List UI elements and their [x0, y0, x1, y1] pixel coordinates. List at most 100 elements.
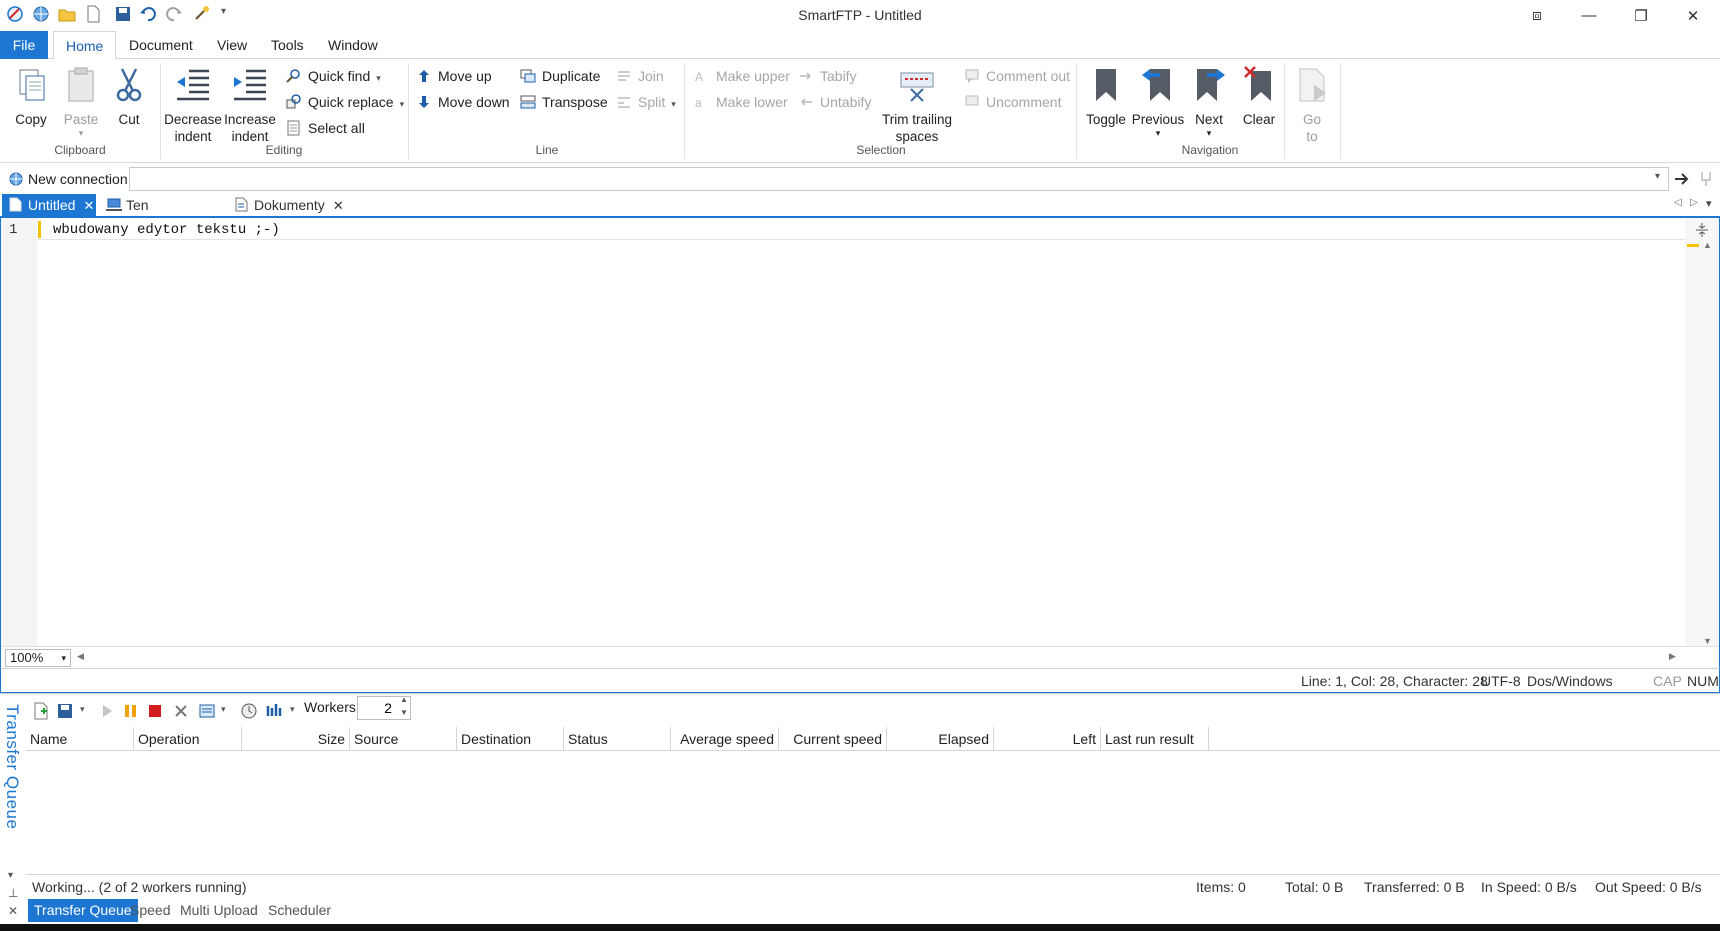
transpose-button[interactable]: Transpose [518, 91, 608, 113]
untabify-button[interactable]: Untabify [796, 91, 871, 113]
line-ending-status[interactable]: Dos/Windows [1527, 673, 1613, 689]
start-icon[interactable] [98, 702, 116, 720]
tab-tools[interactable]: Tools [259, 31, 316, 60]
column-source[interactable]: Source [350, 727, 457, 751]
stepper-up-icon[interactable]: ▲ [400, 695, 408, 704]
move-up-button[interactable]: Move up [414, 65, 492, 87]
speed-limit-icon[interactable] [266, 702, 284, 720]
goto-button[interactable]: Go to [1290, 61, 1334, 145]
split-button[interactable]: Split ▾ [614, 91, 676, 113]
column-last-run-result[interactable]: Last run result [1101, 727, 1209, 751]
clear-bookmarks-button[interactable]: Clear [1234, 61, 1284, 128]
schedule-icon[interactable] [240, 702, 258, 720]
quick-replace-dropdown-icon[interactable]: ▾ [400, 99, 405, 109]
comment-out-button[interactable]: Comment out [962, 65, 1070, 87]
address-input[interactable] [129, 167, 1669, 191]
paste-button[interactable]: Paste ▾ [58, 61, 104, 138]
tab-transfer-queue[interactable]: Transfer Queue [28, 899, 138, 922]
add-item-icon[interactable] [32, 702, 50, 720]
tab-untitled[interactable]: Untitled ✕ [2, 194, 96, 216]
zoom-dropdown-icon[interactable]: ▾ [61, 650, 66, 666]
move-down-button[interactable]: Move down [414, 91, 510, 113]
scroll-left-icon[interactable]: ◀ [77, 651, 84, 662]
remove-icon[interactable] [172, 702, 190, 720]
save-queue-icon[interactable] [56, 702, 74, 720]
duplicate-button[interactable]: Duplicate [518, 65, 600, 87]
copy-button[interactable]: Copy [8, 61, 54, 128]
tab-ten-komputer[interactable]: Ten komputer✕ [100, 194, 224, 235]
stop-icon[interactable] [146, 702, 164, 720]
previous-dropdown-icon[interactable]: ▾ [1130, 128, 1186, 138]
tab-multi-upload[interactable]: Multi Upload [174, 899, 264, 922]
tab-home[interactable]: Home [53, 31, 117, 60]
disconnect-icon[interactable] [1698, 170, 1714, 188]
file-menu[interactable]: File [0, 31, 48, 60]
close-tab-icon[interactable]: ✕ [83, 198, 94, 213]
quick-find-button[interactable]: Quick find ▾ [284, 65, 381, 87]
tab-scroll-right-icon[interactable]: ▷ [1690, 197, 1698, 208]
column-destination[interactable]: Destination [457, 727, 564, 751]
tab-scheduler[interactable]: Scheduler [262, 899, 337, 922]
go-arrow-icon[interactable] [1673, 170, 1691, 188]
tab-window[interactable]: Window [316, 31, 390, 60]
tab-scroll-left-icon[interactable]: ◁ [1674, 197, 1682, 208]
next-bookmark-button[interactable]: Next ▾ [1186, 61, 1232, 138]
tab-view[interactable]: View [205, 31, 259, 60]
save-dropdown-icon[interactable]: ▾ [80, 704, 85, 715]
column-operation[interactable]: Operation [134, 727, 242, 751]
select-all-button[interactable]: Select all [284, 117, 365, 139]
split-view-icon[interactable] [1695, 222, 1709, 238]
column-status[interactable]: Status [564, 727, 671, 751]
view-dropdown-icon[interactable]: ▾ [221, 704, 226, 715]
close-button[interactable]: ✕ [1668, 0, 1718, 31]
queue-view-icon[interactable] [198, 702, 216, 720]
column-average-speed[interactable]: Average speed [671, 727, 779, 751]
close-tab-icon[interactable]: ✕ [333, 198, 344, 213]
trim-trailing-spaces-button[interactable]: Trim trailing spaces [876, 61, 958, 145]
tab-dokumenty[interactable]: Dokumenty ✕ [228, 194, 344, 216]
column-name[interactable]: Name [26, 727, 134, 751]
increase-indent-button[interactable]: Increase indent [222, 61, 278, 145]
quick-replace-button[interactable]: Quick replace ▾ [284, 91, 404, 113]
vertical-scrollbar[interactable]: ▲ ▼ [1685, 218, 1719, 648]
join-button[interactable]: Join [614, 65, 664, 87]
text-editor[interactable]: 1 wbudowany edytor tekstu ;-) ▲ ▼ 100% ▾… [0, 216, 1720, 668]
tabify-button[interactable]: Tabify [796, 65, 857, 87]
tab-document[interactable]: Document [117, 31, 205, 60]
scroll-down-icon[interactable]: ▼ [1703, 636, 1712, 646]
maximize-button[interactable]: ❐ [1616, 0, 1666, 31]
next-dropdown-icon[interactable]: ▾ [1186, 128, 1232, 138]
scroll-up-icon[interactable]: ▲ [1703, 240, 1712, 250]
pause-icon[interactable] [122, 702, 140, 720]
tab-speed[interactable]: Speed [124, 899, 176, 922]
minimize-button[interactable]: — [1564, 0, 1614, 31]
address-dropdown-icon[interactable]: ▾ [1655, 171, 1660, 182]
decrease-indent-button[interactable]: Decrease indent [164, 61, 222, 145]
previous-bookmark-button[interactable]: Previous ▾ [1130, 61, 1186, 138]
make-upper-button[interactable]: A Make upper [692, 65, 790, 87]
column-elapsed[interactable]: Elapsed [887, 727, 994, 751]
uncomment-button[interactable]: Uncomment [962, 91, 1061, 113]
close-panel-icon[interactable]: ✕ [8, 904, 18, 918]
scroll-right-icon[interactable]: ▶ [1669, 651, 1676, 662]
quick-find-dropdown-icon[interactable]: ▾ [376, 73, 381, 83]
zoom-select[interactable]: 100% ▾ [5, 649, 71, 667]
column-left[interactable]: Left [994, 727, 1101, 751]
tab-list-dropdown-icon[interactable]: ▾ [1706, 197, 1712, 210]
stepper-down-icon[interactable]: ▼ [400, 708, 408, 717]
new-connection-button[interactable]: New connection [6, 168, 128, 190]
paste-dropdown-icon[interactable]: ▾ [58, 128, 104, 138]
restore-ribbon-icon[interactable]: ⧈ [1512, 0, 1562, 31]
split-dropdown-icon[interactable]: ▾ [671, 99, 676, 109]
cut-button[interactable]: Cut [108, 61, 150, 128]
column-current-speed[interactable]: Current speed [779, 727, 887, 751]
toggle-bookmark-button[interactable]: Toggle [1082, 61, 1130, 128]
column-size[interactable]: Size [242, 727, 350, 751]
editor-text-line[interactable]: wbudowany edytor tekstu ;-) [53, 222, 280, 238]
transfer-queue-vertical-title[interactable]: Transfer Queue [2, 704, 22, 829]
speed-dropdown-icon[interactable]: ▾ [290, 704, 295, 715]
panel-menu-icon[interactable]: ▾ [8, 870, 13, 881]
encoding-status[interactable]: UTF-8 [1481, 673, 1521, 689]
make-lower-button[interactable]: a Make lower [692, 91, 788, 113]
pin-icon[interactable]: ⊥ [8, 886, 18, 900]
